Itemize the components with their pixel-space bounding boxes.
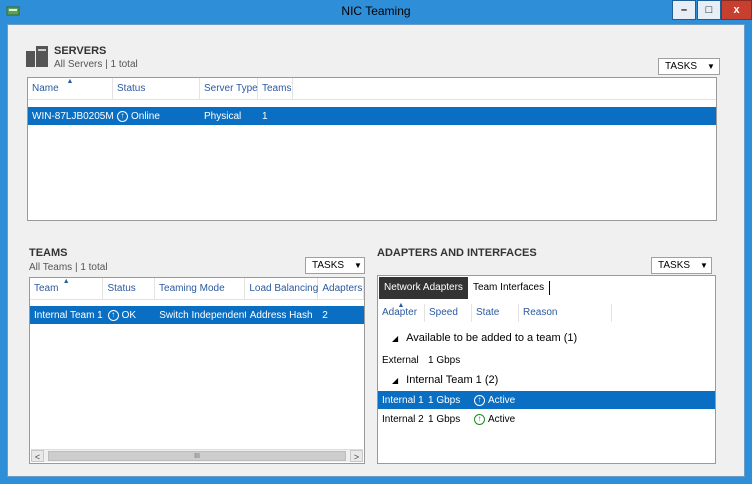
column-teaming-mode[interactable]: Teaming Mode bbox=[155, 278, 246, 300]
arrow-up-circle-icon: ↑ bbox=[474, 413, 485, 425]
column-load-balancing[interactable]: Load Balancing bbox=[245, 278, 319, 300]
teams-horizontal-scrollbar[interactable]: < III > bbox=[31, 449, 363, 462]
column-status[interactable]: Status bbox=[113, 78, 200, 100]
adapters-tasks-label: TASKS bbox=[658, 260, 691, 271]
team-mode: Switch Independent bbox=[159, 309, 246, 321]
server-teams: 1 bbox=[262, 110, 268, 122]
teams-title: TEAMS bbox=[29, 247, 68, 259]
collapse-triangle-icon: ◢ bbox=[392, 333, 399, 343]
group-available[interactable]: ◢ Available to be added to a team (1) bbox=[392, 332, 577, 344]
scroll-right-button[interactable]: > bbox=[350, 450, 363, 462]
sort-asc-icon: ▲ bbox=[66, 78, 74, 85]
column-teams[interactable]: Teams bbox=[258, 78, 293, 100]
scroll-left-button[interactable]: < bbox=[31, 450, 44, 462]
app-window: NIC Teaming – □ x SERVERS All Servers | … bbox=[0, 0, 752, 484]
chevron-down-icon: ▼ bbox=[707, 62, 715, 71]
client-area: SERVERS All Servers | 1 total TASKS ▼ ▲ … bbox=[7, 24, 745, 477]
adapter-speed: 1 Gbps bbox=[428, 394, 461, 406]
sort-asc-icon: ▲ bbox=[62, 278, 70, 285]
maximize-button[interactable]: □ bbox=[697, 0, 721, 20]
team-status-cell: ↑ OK bbox=[104, 309, 156, 321]
minimize-button[interactable]: – bbox=[672, 0, 696, 20]
group-internal-team[interactable]: ◢ Internal Team 1 (2) bbox=[392, 374, 498, 386]
adapter-row[interactable]: Internal 1 1 Gbps ↑ Active bbox=[378, 391, 715, 409]
title-bar[interactable]: NIC Teaming – □ x bbox=[0, 0, 752, 24]
adapter-speed: 1 Gbps bbox=[428, 413, 461, 425]
adapter-name: Internal 1 bbox=[382, 394, 424, 406]
servers-list[interactable]: ▲ Name Status Server Type Teams WIN-87LJ… bbox=[27, 77, 717, 221]
column-adapters[interactable]: Adapters bbox=[318, 278, 364, 300]
adapter-state: Active bbox=[488, 413, 516, 425]
column-adapter[interactable]: ▲ Adapter bbox=[378, 302, 425, 322]
teams-list[interactable]: ▲ Team Status Teaming Mode Load Balancin… bbox=[29, 277, 365, 464]
adapter-name: Internal 2 bbox=[382, 413, 424, 425]
servers-tasks-dropdown[interactable]: TASKS ▼ bbox=[658, 58, 720, 75]
servers-column-header: ▲ Name Status Server Type Teams bbox=[28, 78, 716, 100]
servers-title: SERVERS bbox=[54, 45, 107, 57]
arrow-up-circle-icon: ↑ bbox=[117, 110, 128, 122]
team-row[interactable]: Internal Team 1 ↑ OK Switch Independent … bbox=[30, 306, 364, 324]
server-type: Physical bbox=[204, 110, 242, 122]
servers-subtitle: All Servers | 1 total bbox=[54, 59, 138, 70]
column-name[interactable]: ▲ Name bbox=[28, 78, 113, 100]
adapter-row[interactable]: Internal 2 1 Gbps ↑ Active bbox=[378, 410, 715, 428]
column-speed[interactable]: Speed bbox=[425, 304, 472, 322]
close-button[interactable]: x bbox=[721, 0, 752, 20]
server-status: Online bbox=[131, 110, 160, 122]
adapters-tasks-dropdown[interactable]: TASKS ▼ bbox=[651, 257, 712, 274]
team-name: Internal Team 1 bbox=[34, 309, 103, 321]
collapse-triangle-icon: ◢ bbox=[392, 375, 399, 385]
arrow-up-circle-icon: ↑ bbox=[107, 309, 119, 321]
teams-tasks-dropdown[interactable]: TASKS ▼ bbox=[305, 257, 365, 274]
tab-divider bbox=[549, 281, 551, 295]
column-server-type[interactable]: Server Type bbox=[200, 78, 258, 100]
teams-column-header: ▲ Team Status Teaming Mode Load Balancin… bbox=[30, 278, 364, 300]
adapters-title: ADAPTERS AND INTERFACES bbox=[377, 247, 537, 259]
adapters-tabs: Network Adapters Team Interfaces bbox=[379, 277, 551, 299]
servers-tasks-label: TASKS bbox=[665, 61, 698, 72]
adapter-speed: 1 Gbps bbox=[428, 354, 461, 366]
column-status[interactable]: Status bbox=[103, 278, 156, 300]
teams-subtitle: All Teams | 1 total bbox=[29, 262, 108, 273]
arrow-up-circle-icon: ↑ bbox=[474, 394, 485, 406]
team-load-balancing: Address Hash bbox=[249, 309, 313, 321]
tab-team-interfaces[interactable]: Team Interfaces bbox=[468, 277, 549, 299]
adapter-state: Active bbox=[488, 394, 516, 406]
scroll-grip-icon: III bbox=[194, 453, 200, 460]
adapter-row[interactable]: External 1 Gbps bbox=[378, 351, 715, 369]
adapter-state-cell: ↑ Active bbox=[470, 413, 530, 425]
column-team[interactable]: ▲ Team bbox=[30, 278, 104, 300]
server-name: WIN-87LJB0205MI bbox=[32, 110, 113, 122]
window-title: NIC Teaming bbox=[341, 4, 411, 18]
team-status: OK bbox=[121, 309, 137, 321]
server-row[interactable]: WIN-87LJB0205MI ↑ Online Physical 1 bbox=[28, 107, 716, 125]
team-adapters: 2 bbox=[322, 309, 328, 321]
column-state[interactable]: State bbox=[472, 304, 519, 322]
teams-tasks-label: TASKS bbox=[312, 260, 345, 271]
server-status-cell: ↑ Online bbox=[113, 110, 200, 122]
scroll-thumb[interactable]: III bbox=[48, 451, 346, 461]
sort-asc-icon: ▲ bbox=[397, 302, 405, 309]
adapters-column-header: ▲ Adapter Speed State Reason bbox=[378, 302, 715, 322]
adapters-panel: Network Adapters Team Interfaces ▲ Adapt… bbox=[377, 275, 716, 464]
adapter-state-cell: ↑ Active bbox=[470, 394, 530, 406]
tab-network-adapters[interactable]: Network Adapters bbox=[379, 277, 468, 299]
adapter-name: External bbox=[382, 354, 419, 366]
chevron-down-icon: ▼ bbox=[354, 261, 362, 270]
column-reason[interactable]: Reason bbox=[519, 304, 612, 322]
chevron-down-icon: ▼ bbox=[700, 261, 708, 270]
servers-icon bbox=[26, 46, 48, 67]
